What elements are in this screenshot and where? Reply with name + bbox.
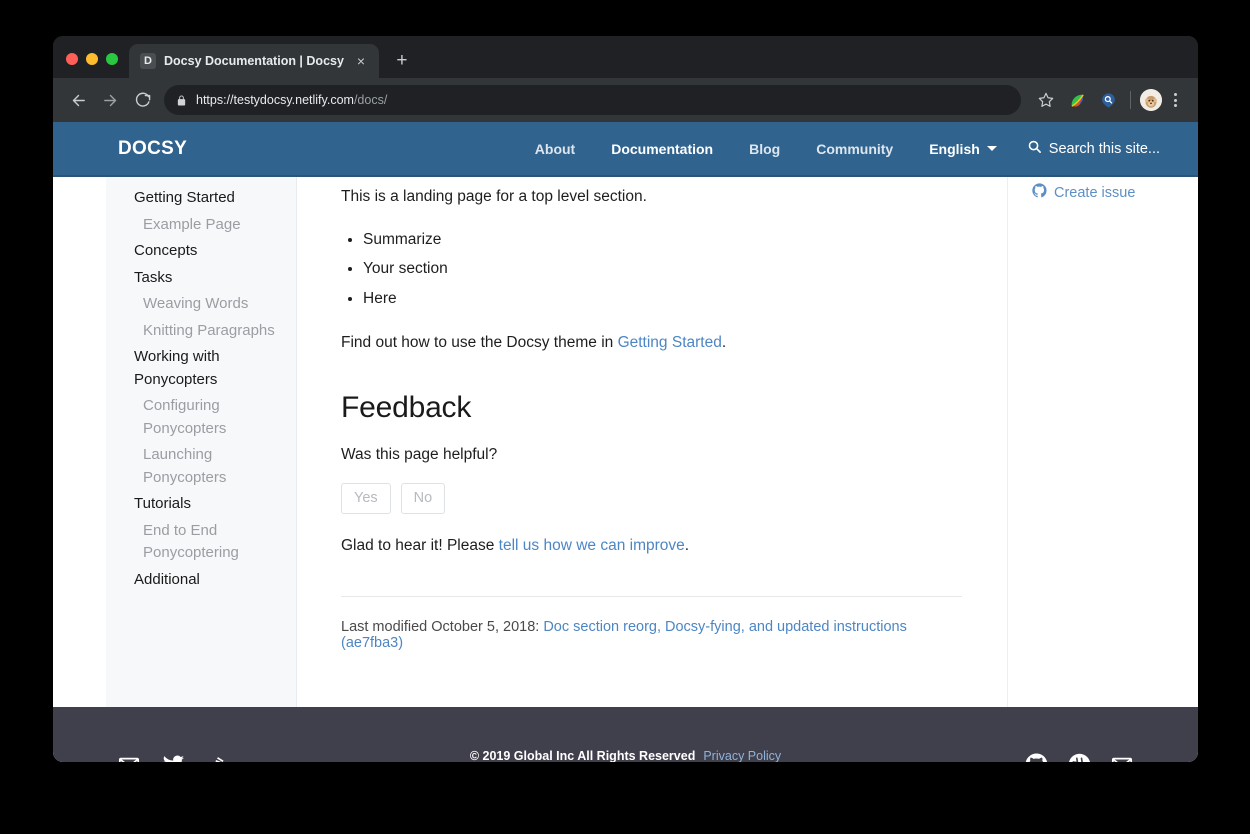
- magnifier-extension-icon[interactable]: [1095, 87, 1121, 113]
- url-domain: https://testydocsy.netlify.com: [196, 93, 354, 107]
- language-label: English: [929, 141, 980, 157]
- profile-avatar[interactable]: [1140, 89, 1162, 111]
- footer-left-icons: [118, 753, 228, 762]
- browser-tab[interactable]: D Docsy Documentation | Docsy ×: [129, 44, 379, 78]
- sidebar-item-working-with-ponycopters[interactable]: Working with Ponycopters: [106, 344, 296, 393]
- list-item: Summarize: [363, 225, 962, 254]
- tab-close-icon[interactable]: ×: [352, 52, 370, 70]
- sidebar-item-getting-started[interactable]: Getting Started: [106, 185, 296, 212]
- sidebar-item-concepts[interactable]: Concepts: [106, 238, 296, 265]
- left-sidebar-nav: Getting Started Example Page Concepts Ta…: [106, 177, 297, 707]
- search-icon: [1027, 139, 1042, 159]
- right-sidebar: Create issue: [1007, 177, 1198, 707]
- window-traffic-lights: [53, 53, 129, 78]
- feedback-response-suffix: .: [685, 537, 689, 554]
- search-input-placeholder: Search this site...: [1049, 141, 1160, 157]
- sidebar-item-launching-ponycopters[interactable]: Launching Ponycopters: [106, 442, 296, 491]
- feedback-heading: Feedback: [341, 391, 962, 425]
- tab-title: Docsy Documentation | Docsy: [164, 54, 344, 68]
- address-bar[interactable]: https://testydocsy.netlify.com/docs/: [164, 85, 1021, 115]
- browser-toolbar: https://testydocsy.netlify.com/docs/: [53, 78, 1198, 122]
- improve-link[interactable]: tell us how we can improve: [499, 537, 685, 554]
- language-dropdown[interactable]: English: [911, 141, 1005, 157]
- sidebar-item-additional[interactable]: Additional: [106, 567, 296, 594]
- sidebar-item-weaving-words[interactable]: Weaving Words: [106, 291, 296, 318]
- feedback-response: Glad to hear it! Please tell us how we c…: [341, 534, 962, 558]
- tab-favicon: D: [140, 53, 156, 69]
- copyright-text: © 2019 Global Inc All Rights Reserved: [470, 749, 696, 762]
- back-arrow-icon[interactable]: [63, 85, 93, 115]
- sidebar-item-configuring-ponycopters[interactable]: Configuring Ponycopters: [106, 393, 296, 442]
- last-modified-prefix: Last modified October 5, 2018:: [341, 619, 543, 635]
- url-text: https://testydocsy.netlify.com/docs/: [196, 93, 387, 107]
- maximize-window-button[interactable]: [106, 53, 118, 65]
- lock-icon: [176, 94, 187, 107]
- github-icon: [1032, 183, 1047, 202]
- getting-started-link[interactable]: Getting Started: [618, 334, 722, 351]
- feedback-no-button[interactable]: No: [401, 483, 446, 513]
- site-navbar: DOCSY About Documentation Blog Community…: [53, 122, 1198, 177]
- envelope-icon[interactable]: [118, 754, 140, 763]
- list-item: Your section: [363, 254, 962, 283]
- summary-list: Summarize Your section Here: [363, 225, 962, 313]
- browser-window: D Docsy Documentation | Docsy × + https:…: [53, 36, 1198, 762]
- chevron-down-icon: [987, 146, 997, 151]
- browser-tab-strip: D Docsy Documentation | Docsy × +: [53, 36, 1198, 78]
- sidebar-item-example-page[interactable]: Example Page: [106, 212, 296, 239]
- sidebar-item-tasks[interactable]: Tasks: [106, 265, 296, 292]
- kebab-menu-icon[interactable]: [1164, 87, 1186, 113]
- site-search[interactable]: Search this site...: [1027, 139, 1160, 159]
- list-item: Here: [363, 284, 962, 313]
- find-out-paragraph: Find out how to use the Docsy theme in G…: [341, 331, 962, 355]
- envelope-icon[interactable]: [1111, 754, 1133, 763]
- nav-link-blog[interactable]: Blog: [731, 141, 798, 157]
- privacy-policy-link[interactable]: Privacy Policy: [703, 749, 781, 762]
- nav-link-community[interactable]: Community: [798, 141, 911, 157]
- sidebar-item-end-to-end-ponycoptering[interactable]: End to End Ponycoptering: [106, 518, 296, 567]
- main-content: This is a landing page for a top level s…: [297, 177, 1007, 707]
- feedback-response-prefix: Glad to hear it! Please: [341, 537, 499, 554]
- forward-arrow-icon[interactable]: [95, 85, 125, 115]
- site-brand[interactable]: DOCSY: [118, 138, 187, 160]
- create-issue-link[interactable]: Create issue: [1032, 183, 1198, 202]
- page-viewport: DOCSY About Documentation Blog Community…: [53, 122, 1198, 762]
- twitter-icon[interactable]: [162, 753, 185, 762]
- site-nav-links: About Documentation Blog Community Engli…: [517, 139, 1198, 159]
- close-window-button[interactable]: [66, 53, 78, 65]
- extension-icon[interactable]: [1064, 87, 1090, 113]
- reload-icon[interactable]: [127, 85, 157, 115]
- site-footer: © 2019 Global Inc All Rights Reserved Pri…: [53, 707, 1198, 762]
- feedback-question: Was this page helpful?: [341, 443, 962, 467]
- stack-overflow-icon[interactable]: [207, 754, 228, 762]
- find-out-suffix: .: [722, 334, 726, 351]
- nav-link-about[interactable]: About: [517, 141, 593, 157]
- intro-paragraph: This is a landing page for a top level s…: [341, 185, 962, 209]
- feedback-buttons: Yes No: [341, 483, 962, 513]
- sidebar-item-tutorials[interactable]: Tutorials: [106, 491, 296, 518]
- new-tab-button[interactable]: +: [388, 46, 416, 74]
- page-body: Getting Started Example Page Concepts Ta…: [53, 177, 1198, 707]
- content-divider: [341, 596, 962, 597]
- last-modified: Last modified October 5, 2018: Doc secti…: [341, 619, 962, 651]
- sidebar-item-knitting-paragraphs[interactable]: Knitting Paragraphs: [106, 318, 296, 345]
- minimize-window-button[interactable]: [86, 53, 98, 65]
- feedback-yes-button[interactable]: Yes: [341, 483, 391, 513]
- url-path: /docs/: [354, 93, 387, 107]
- nav-link-documentation[interactable]: Documentation: [593, 141, 731, 157]
- github-icon[interactable]: [1025, 753, 1048, 762]
- slack-icon[interactable]: [1068, 753, 1091, 762]
- star-icon[interactable]: [1033, 87, 1059, 113]
- create-issue-label: Create issue: [1054, 185, 1135, 201]
- footer-right-icons: [1025, 753, 1133, 762]
- find-out-prefix: Find out how to use the Docsy theme in: [341, 334, 618, 351]
- toolbar-divider: [1130, 91, 1131, 109]
